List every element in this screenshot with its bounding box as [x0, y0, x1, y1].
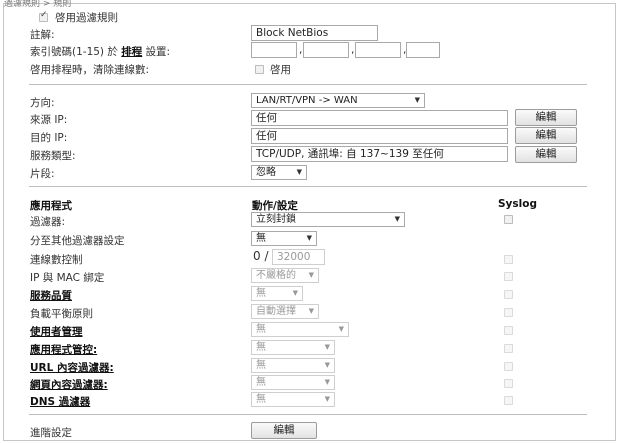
service-type-edit-button[interactable]: 編輯: [515, 146, 577, 163]
clear-sessions-label: 啓用排程時，清除連線數:: [30, 64, 150, 76]
app-column-header: 應用程式: [30, 200, 72, 212]
web-filter-link[interactable]: 網頁內容過濾器:: [30, 377, 108, 392]
divider-2: [29, 186, 587, 187]
session-limit-input[interactable]: 32000: [272, 249, 325, 265]
qos-syslog-checkbox[interactable]: [504, 290, 513, 299]
advanced-label: 進階設定: [30, 427, 72, 439]
dns-filter-link[interactable]: DNS 過濾器: [30, 394, 90, 409]
breadcrumb: 過濾規則 > 規則: [4, 0, 72, 9]
comment-label: 註解:: [30, 29, 55, 41]
direction-label: 方向:: [30, 97, 55, 109]
caret-down-icon: ▼: [324, 378, 330, 386]
qos-select[interactable]: 無 ▼: [251, 286, 303, 301]
session-current: 0 /: [253, 249, 269, 263]
divider-3: [29, 414, 587, 415]
user-management-select[interactable]: 無 ▼: [251, 322, 349, 337]
web-filter-select[interactable]: 無 ▼: [251, 375, 335, 390]
caret-down-icon: ▼: [306, 234, 312, 242]
url-filter-link[interactable]: URL 內容過濾器:: [30, 360, 114, 375]
load-balance-label: 負載平衡原則: [30, 308, 93, 320]
url-filter-syslog-checkbox[interactable]: [504, 362, 513, 371]
syslog-column-header: Syslog: [498, 198, 537, 210]
schedule-index-2[interactable]: [303, 42, 349, 58]
ip-mac-syslog-checkbox[interactable]: [504, 272, 513, 281]
ip-mac-select[interactable]: 不嚴格的 ▼: [251, 268, 319, 283]
filter-label: 過濾器:: [30, 216, 66, 228]
dns-filter-select[interactable]: 無 ▼: [251, 392, 335, 407]
clear-sessions-checkbox-label: 啓用: [270, 64, 291, 76]
dest-ip-field[interactable]: 任何: [251, 128, 508, 144]
comment-input[interactable]: Block NetBios: [251, 25, 378, 41]
caret-down-icon: ▼: [324, 343, 330, 351]
session-syslog-checkbox[interactable]: [504, 255, 513, 264]
schedule-label: 索引號碼(1-15) 於 排程 設置:: [30, 46, 171, 58]
schedule-index-3[interactable]: [355, 42, 401, 58]
source-ip-field[interactable]: 任何: [251, 110, 508, 126]
divider-1: [29, 84, 587, 85]
session-control-label: 連線數控制: [30, 254, 83, 266]
caret-down-icon: ▼: [292, 289, 298, 297]
fragments-label: 片段:: [30, 168, 55, 180]
filter-syslog-checkbox[interactable]: [504, 215, 513, 224]
source-ip-label: 來源 IP:: [30, 114, 68, 126]
source-ip-edit-button[interactable]: 編輯: [515, 109, 577, 126]
schedule-index-4[interactable]: [406, 42, 440, 58]
app-control-syslog-checkbox[interactable]: [504, 344, 513, 353]
enable-rule-label: 啓用過濾規則: [55, 12, 118, 24]
action-column-header: 動作/設定: [252, 200, 298, 212]
filter-select[interactable]: 立刻封鎖 ▼: [251, 212, 405, 227]
caret-down-icon: ▼: [414, 96, 420, 104]
schedule-index-1[interactable]: [251, 42, 297, 58]
caret-down-icon: ▼: [308, 307, 314, 315]
caret-down-icon: ▼: [394, 215, 400, 223]
caret-down-icon: ▼: [296, 168, 302, 176]
web-filter-syslog-checkbox[interactable]: [504, 379, 513, 388]
direction-select[interactable]: LAN/RT/VPN -> WAN ▼: [251, 93, 425, 108]
branch-select[interactable]: 無 ▼: [251, 231, 317, 246]
advanced-edit-button[interactable]: 編輯: [251, 422, 317, 439]
schedule-sep-2: ,: [351, 44, 355, 56]
service-type-label: 服務類型:: [30, 150, 76, 162]
dest-ip-label: 目的 IP:: [30, 132, 68, 144]
app-control-select[interactable]: 無 ▼: [251, 340, 335, 355]
caret-down-icon: ▼: [324, 395, 330, 403]
schedule-link[interactable]: 排程: [121, 46, 142, 58]
user-management-link[interactable]: 使用者管理: [30, 324, 83, 339]
ip-mac-label: IP 與 MAC 綁定: [30, 272, 105, 284]
fragments-select[interactable]: 忽略 ▼: [251, 165, 307, 180]
clear-sessions-checkbox[interactable]: [255, 65, 264, 74]
branch-label: 分至其他過濾器設定: [30, 235, 125, 247]
user-management-syslog-checkbox[interactable]: [504, 326, 513, 335]
enable-rule-checkbox[interactable]: [39, 10, 48, 22]
caret-down-icon: ▼: [338, 325, 344, 333]
url-filter-select[interactable]: 無 ▼: [251, 358, 335, 373]
app-control-link[interactable]: 應用程式管控:: [30, 342, 97, 357]
caret-down-icon: ▼: [308, 271, 314, 279]
schedule-sep-1: ,: [299, 44, 303, 56]
service-type-field[interactable]: TCP/UDP, 通訊埠: 自 137~139 至任何: [251, 146, 508, 162]
qos-link[interactable]: 服務品質: [30, 288, 72, 303]
caret-down-icon: ▼: [324, 361, 330, 369]
load-balance-select[interactable]: 自動選擇 ▼: [251, 304, 319, 319]
load-balance-syslog-checkbox[interactable]: [504, 308, 513, 317]
dest-ip-edit-button[interactable]: 編輯: [515, 127, 577, 144]
dns-filter-syslog-checkbox[interactable]: [504, 396, 513, 405]
